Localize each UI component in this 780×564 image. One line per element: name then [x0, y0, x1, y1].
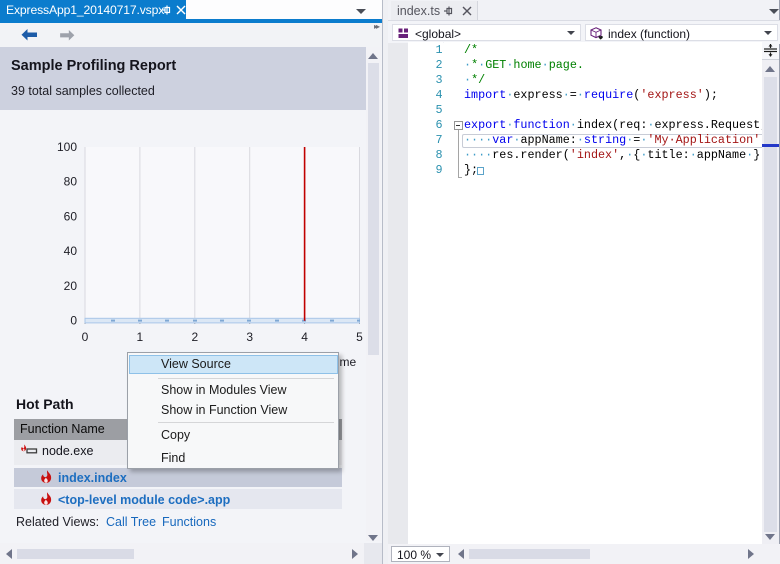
svg-text:1: 1: [137, 330, 144, 344]
svg-text:0: 0: [70, 314, 77, 328]
svg-text:100: 100: [57, 140, 77, 154]
svg-text:5: 5: [356, 330, 363, 344]
svg-text:60: 60: [64, 209, 78, 223]
svg-text:4: 4: [301, 330, 308, 344]
svg-text:3: 3: [246, 330, 253, 344]
svg-text:2: 2: [191, 330, 198, 344]
svg-text:40: 40: [64, 244, 78, 258]
svg-text:20: 20: [64, 279, 78, 293]
svg-text:80: 80: [64, 175, 78, 189]
svg-text:0: 0: [82, 330, 89, 344]
